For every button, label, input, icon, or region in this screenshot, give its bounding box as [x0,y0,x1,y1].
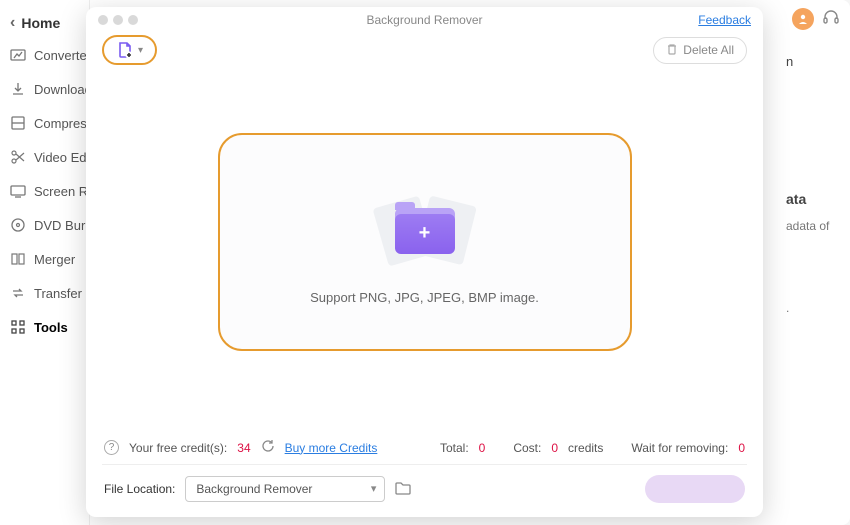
add-document-icon [116,41,134,59]
download-icon [10,81,26,97]
cost-label: Cost: [513,441,541,455]
sidebar-item-label: Tools [34,320,68,335]
wait-label: Wait for removing: [631,441,728,455]
dropzone-text: Support PNG, JPG, JPEG, BMP image. [310,290,539,305]
sidebar-item-label: Compressor [34,116,90,131]
sidebar-item-video-editor[interactable]: Video Editor [0,140,89,174]
wait-value: 0 [738,441,745,455]
bg-frag: adata of [786,213,836,239]
file-location-value: Background Remover [196,482,312,496]
sidebar-item-label: Screen Recorder [34,184,90,199]
sidebar-item-label: Converter [34,48,90,63]
start-button [645,475,745,503]
cost-value: 0 [551,441,558,455]
app-corner [792,8,840,30]
credits-value: 34 [237,441,250,455]
headset-icon[interactable] [822,9,840,30]
sidebar-item-compressor[interactable]: Compressor [0,106,89,140]
folder-icon[interactable] [395,481,411,498]
sidebar-item-label: Downloader [34,82,90,97]
modal-titlebar: Background Remover Feedback [86,7,763,29]
sidebar-item-dvd-burner[interactable]: DVD Burner [0,208,89,242]
divider [102,464,747,465]
help-icon[interactable]: ? [104,440,119,455]
feedback-link[interactable]: Feedback [698,13,751,27]
credits-row: ? Your free credit(s): 34 Buy more Credi… [86,433,763,462]
total-label: Total: [440,441,469,455]
scissors-icon [10,149,26,165]
transfer-icon [10,285,26,301]
converter-icon [10,47,26,63]
sidebar-item-downloader[interactable]: Downloader [0,72,89,106]
file-location-row: File Location: Background Remover [86,467,763,517]
home-nav[interactable]: ‹ Home [0,8,89,38]
file-location-label: File Location: [104,482,175,496]
background-content: n ata adata of . [786,48,836,321]
sidebar-item-merger[interactable]: Merger [0,242,89,276]
file-location-select[interactable]: Background Remover [185,476,385,502]
avatar[interactable] [792,8,814,30]
credits-label: Your free credit(s): [129,441,227,455]
dropzone[interactable]: + Support PNG, JPG, JPEG, BMP image. [218,133,632,351]
chevron-left-icon: ‹ [10,14,15,32]
buy-credits-link[interactable]: Buy more Credits [285,441,378,455]
chevron-down-icon: ▾ [138,45,143,56]
bg-frag: . [786,295,836,321]
trash-icon [666,43,678,58]
sidebar-item-transfer[interactable]: Transfer [0,276,89,310]
delete-all-label: Delete All [683,43,734,57]
sidebar-item-screen-recorder[interactable]: Screen Recorder [0,174,89,208]
add-image-button[interactable]: ▾ [102,35,157,65]
cost-unit: credits [568,441,603,455]
bg-frag: n [786,48,836,75]
modal-toolbar: ▾ Delete All [86,29,763,71]
sidebar-item-converter[interactable]: Converter [0,38,89,72]
sidebar-item-label: Merger [34,252,75,267]
grid-icon [10,319,26,335]
merge-icon [10,251,26,267]
screen-icon [10,183,26,199]
bg-heading: ata [786,185,836,213]
total-value: 0 [479,441,486,455]
modal-title: Background Remover [86,13,763,27]
folder-plus-icon: + [360,180,490,270]
compress-icon [10,115,26,131]
delete-all-button[interactable]: Delete All [653,37,747,64]
sidebar: ‹ Home Converter Downloader Compressor V… [0,0,90,525]
home-label: Home [21,15,60,31]
sidebar-item-label: DVD Burner [34,218,90,233]
background-remover-modal: Background Remover Feedback ▾ Delete All… [86,7,763,517]
sidebar-item-label: Video Editor [34,150,90,165]
sidebar-item-tools[interactable]: Tools [0,310,89,344]
disc-icon [10,217,26,233]
modal-body: + Support PNG, JPG, JPEG, BMP image. [86,71,763,433]
refresh-icon[interactable] [261,439,275,456]
sidebar-item-label: Transfer [34,286,82,301]
